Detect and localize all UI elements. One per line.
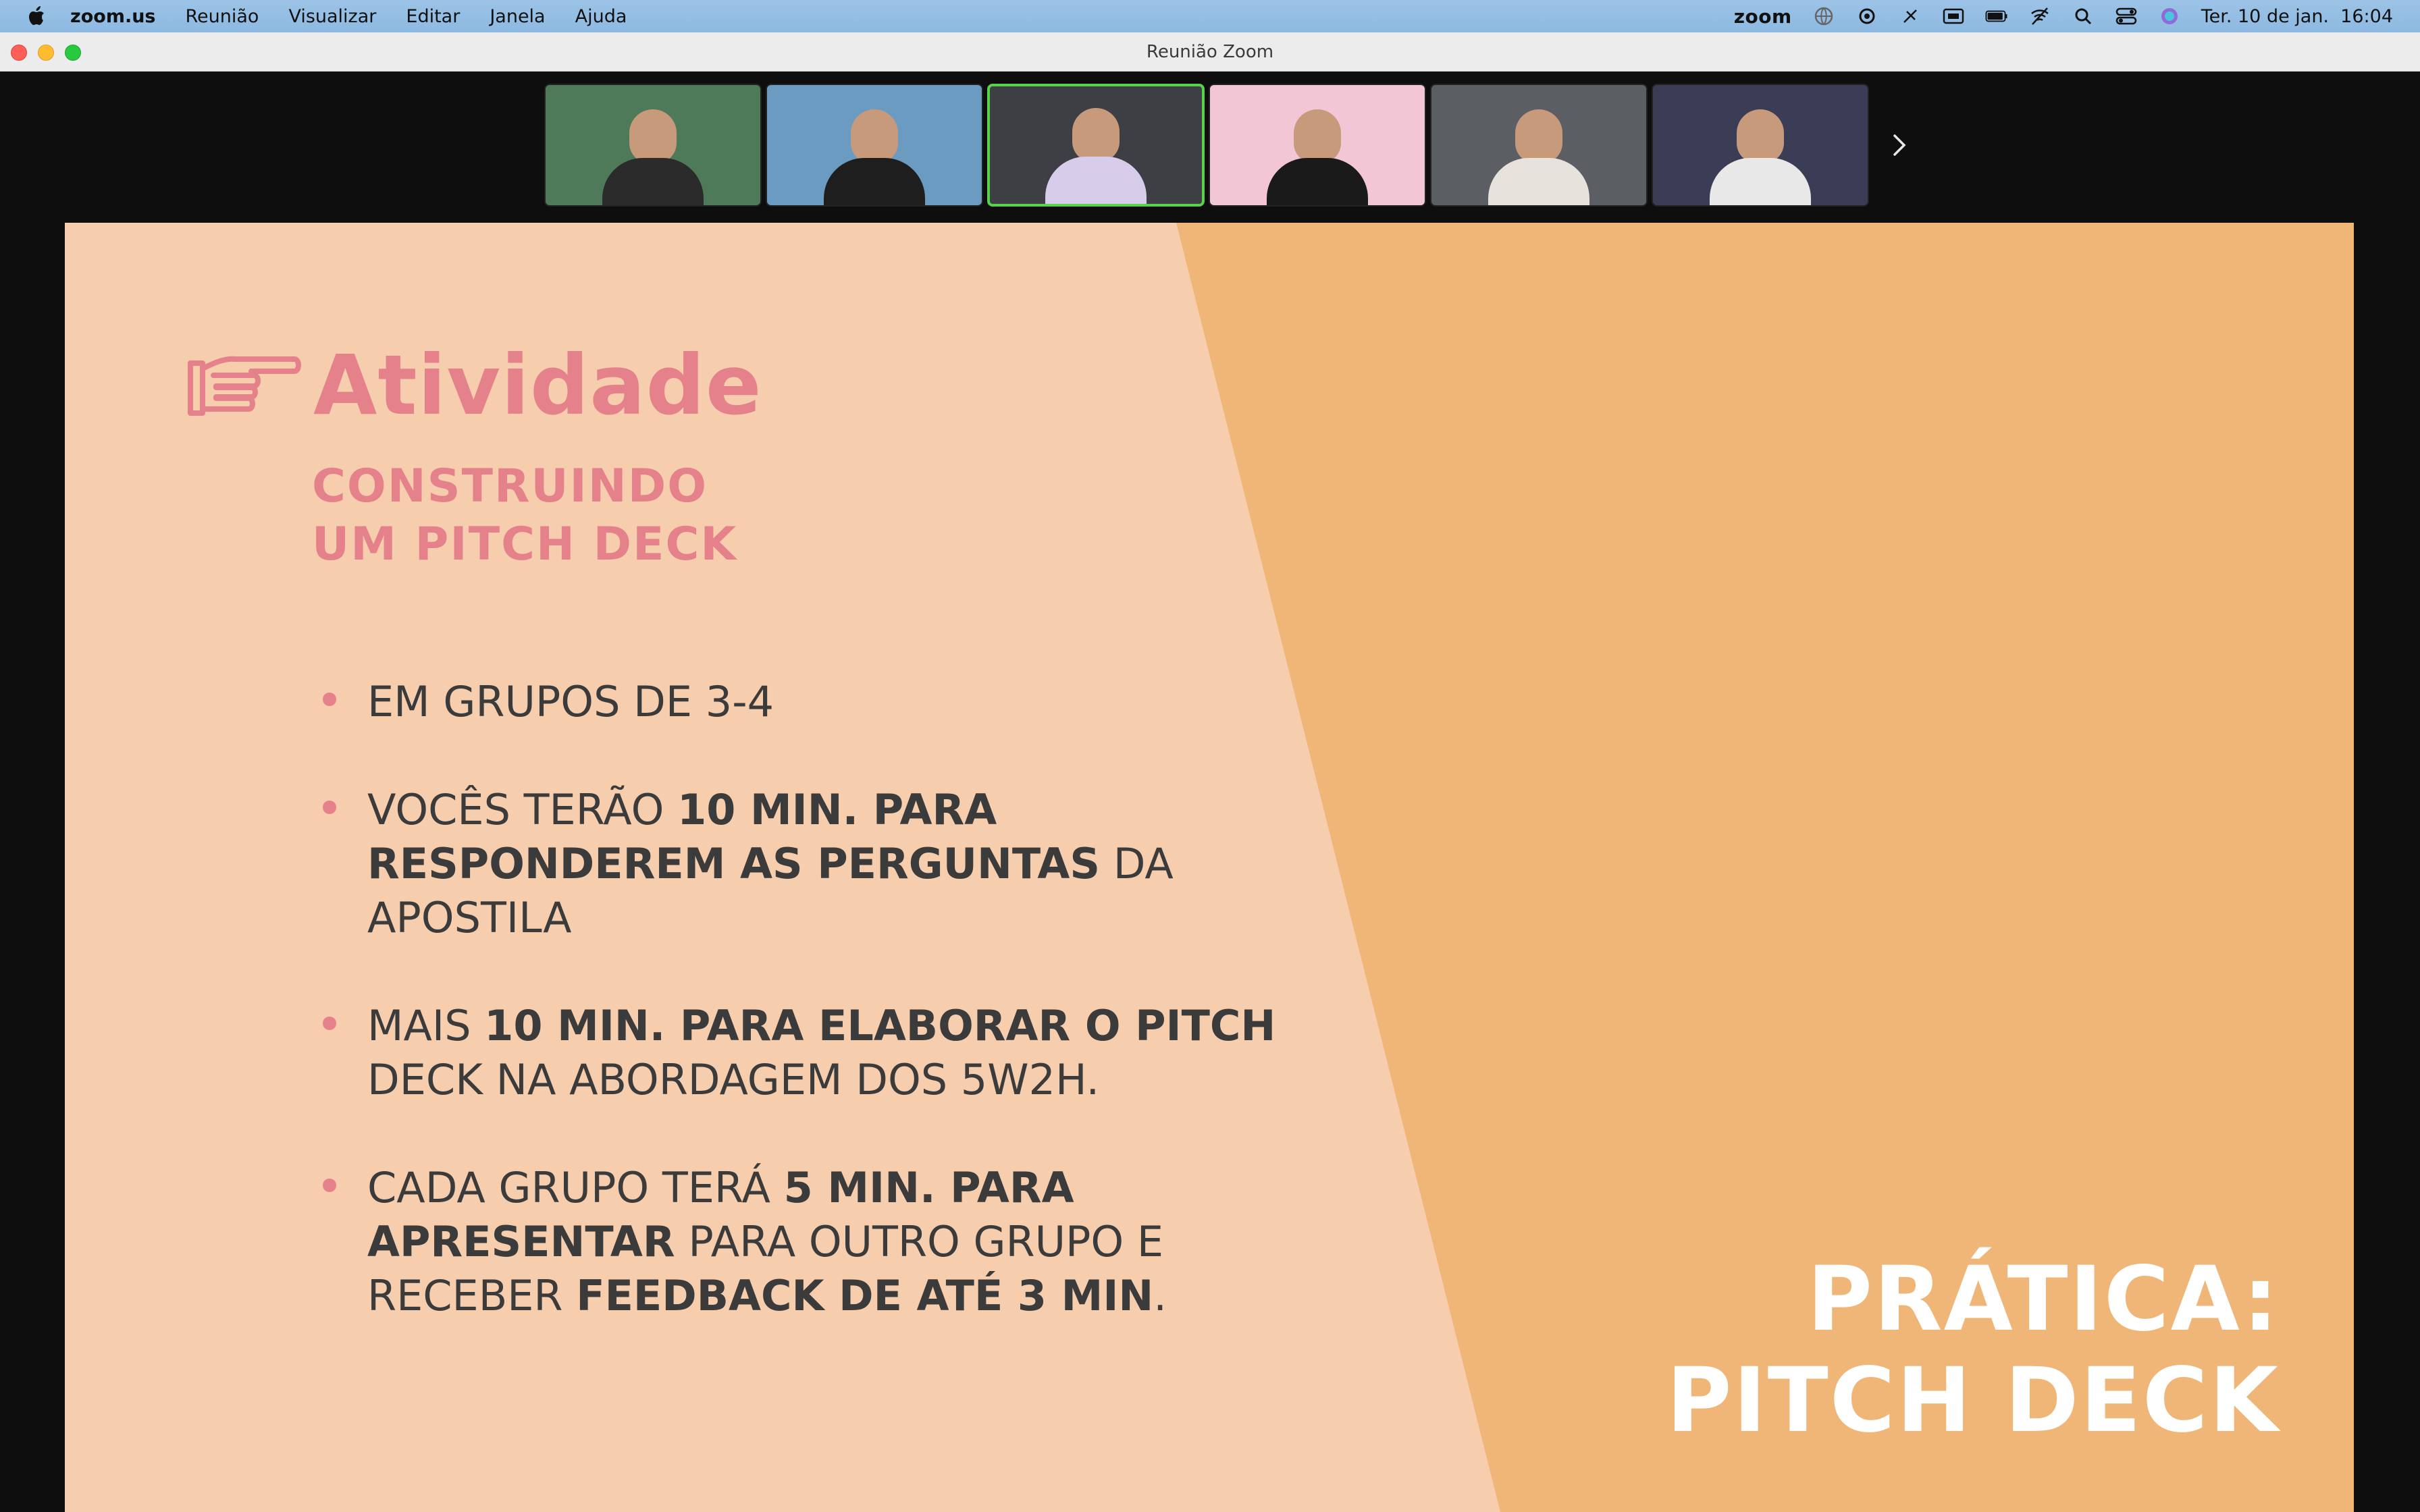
pointing-hand-icon — [186, 348, 301, 423]
bullet-text: MAIS — [367, 1001, 485, 1050]
participant-video-strip — [544, 84, 1873, 207]
close-window-button[interactable] — [11, 45, 27, 61]
slide-title-row: Atividade — [186, 338, 762, 433]
activity-bullet-list: EM GRUPOS DE 3-4 VOCÊS TERÃO 10 MIN. PARA… — [321, 675, 1334, 1377]
search-icon[interactable] — [2072, 6, 2095, 26]
settings-gear-icon[interactable] — [1856, 6, 1878, 26]
participant-video-tile[interactable] — [1430, 84, 1648, 207]
bullet-text: EM GRUPOS DE 3-4 — [367, 677, 774, 726]
bullet-text-bold: 10 MIN. PARA ELABORAR O PITCH — [484, 1001, 1276, 1050]
slide-subtitle: CONSTRUINDO UM PITCH DECK — [312, 458, 737, 574]
participant-video-tile[interactable] — [1209, 84, 1426, 207]
participant-avatar — [602, 109, 704, 205]
bullet-text: DECK NA ABORDAGEM DOS 5W2H. — [367, 1055, 1100, 1104]
subtitle-line-2: UM PITCH DECK — [312, 518, 738, 571]
bullet-dot-icon — [323, 1017, 336, 1030]
menu-bar: zoom.us Reunião Visualizar Editar Janela… — [0, 0, 2420, 32]
pen-off-icon[interactable] — [1899, 6, 1922, 26]
globe-icon[interactable] — [1812, 6, 1835, 26]
active-speaker-video-tile[interactable] — [987, 84, 1205, 207]
slide-side-title: PRÁTICA: PITCH DECK — [1666, 1249, 2280, 1451]
menu-ajuda[interactable]: Ajuda — [575, 6, 627, 27]
participant-video-tile[interactable] — [544, 84, 762, 207]
minimize-window-button[interactable] — [38, 45, 54, 61]
menu-editar[interactable]: Editar — [406, 6, 460, 27]
slide-title: Atividade — [313, 338, 762, 433]
participant-video-tile[interactable] — [766, 84, 983, 207]
menu-janela[interactable]: Janela — [490, 6, 545, 27]
wifi-off-icon[interactable] — [2028, 6, 2051, 26]
menu-visualizar[interactable]: Visualizar — [288, 6, 376, 27]
chevron-right-icon[interactable] — [1888, 128, 1911, 162]
bullet-item: MAIS 10 MIN. PARA ELABORAR O PITCH DECK … — [321, 999, 1334, 1107]
status-area: zoom Ter. 10 de jan. 16:04 — [1714, 5, 2393, 28]
keyboard-input-icon[interactable] — [1942, 6, 1965, 26]
bullet-dot-icon — [323, 693, 336, 706]
subtitle-line-1: CONSTRUINDO — [312, 460, 708, 513]
clock-datetime[interactable]: Ter. 10 de jan. 16:04 — [2201, 6, 2393, 27]
participant-avatar — [1267, 109, 1368, 205]
apple-icon[interactable] — [27, 5, 46, 27]
participant-avatar — [1488, 109, 1589, 205]
bullet-text-bold: FEEDBACK DE ATÉ 3 MIN — [576, 1271, 1154, 1320]
window-titlebar: Reunião Zoom — [0, 32, 2420, 72]
zoom-status-item[interactable]: zoom — [1734, 5, 1792, 28]
siri-icon[interactable] — [2158, 6, 2181, 26]
participant-avatar — [1710, 109, 1811, 205]
menu-reuniao[interactable]: Reunião — [186, 6, 259, 27]
battery-icon[interactable] — [1985, 6, 2008, 26]
bullet-text: . — [1153, 1271, 1167, 1320]
participant-video-tile[interactable] — [1652, 84, 1869, 207]
bullet-item: CADA GRUPO TERÁ 5 MIN. PARA APRESENTAR P… — [321, 1161, 1334, 1323]
app-menu-zoom[interactable]: zoom.us — [70, 6, 156, 27]
bullet-item: VOCÊS TERÃO 10 MIN. PARA RESPONDEREM AS … — [321, 783, 1334, 945]
bullet-dot-icon — [323, 1179, 336, 1192]
bullet-text: VOCÊS TERÃO — [367, 785, 678, 834]
window-title: Reunião Zoom — [1146, 41, 1274, 62]
bullet-dot-icon — [323, 801, 336, 814]
participant-avatar — [1045, 108, 1147, 204]
bullet-text: CADA GRUPO TERÁ — [367, 1163, 784, 1212]
participant-avatar — [824, 109, 925, 205]
side-title-line-2: PITCH DECK — [1666, 1349, 2280, 1453]
control-center-icon[interactable] — [2115, 6, 2138, 26]
shared-screen-slide: Atividade CONSTRUINDO UM PITCH DECK EM G… — [65, 223, 2354, 1512]
side-title-line-1: PRÁTICA: — [1807, 1247, 2280, 1351]
maximize-window-button[interactable] — [65, 45, 81, 61]
bullet-item: EM GRUPOS DE 3-4 — [321, 675, 1334, 729]
